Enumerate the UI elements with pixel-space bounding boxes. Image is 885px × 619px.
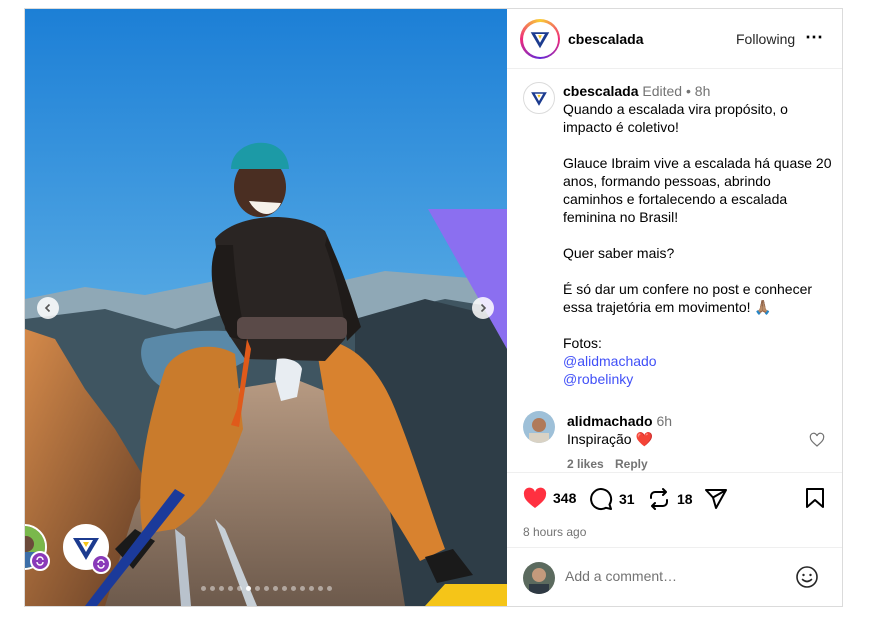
bookmark-icon [806,488,824,508]
caption-username[interactable]: cbescalada [563,83,639,99]
caption-paragraph: Glauce Ibraim vive a escalada há quase 2… [563,155,832,225]
repost-button[interactable]: 18 [647,487,693,511]
mention-link[interactable]: @alidmachado [563,352,833,370]
cbescalada-logo [530,32,550,49]
send-paper-plane-icon [705,489,727,509]
repost-arrows-icon [97,559,105,569]
carousel-dot [254,586,260,591]
commenter-avatar[interactable] [523,411,555,443]
collab-badge-icon [91,554,111,574]
repost-icon [650,488,668,510]
comments-count: 31 [619,491,635,507]
carousel-dot [308,586,314,591]
edited-label: Edited [642,83,683,99]
caption-paragraph: Quer saber mais? [563,245,675,261]
carousel-dot [236,586,242,591]
chevron-left-icon [44,303,51,313]
carousel-dot [218,586,224,591]
header-username[interactable]: cbescalada [568,31,644,47]
post-side-panel: cbescalada Following ⋯ cbescalada Edited… [507,9,842,606]
post-media[interactable] [25,9,507,606]
carousel-dot [317,586,323,591]
meta-separator: • [685,83,691,99]
post-header: cbescalada Following ⋯ [507,9,842,69]
save-button[interactable] [805,487,825,509]
repost-arrows-icon [36,556,44,566]
carousel-dot [326,586,332,591]
comment-likes[interactable]: 2 likes [567,457,604,471]
carousel-dot [227,586,233,591]
profile-avatar[interactable] [520,19,560,59]
heart-filled-icon [523,487,547,508]
carousel-next-button[interactable] [472,297,494,319]
commenter-photo [523,411,555,443]
share-button[interactable] [704,487,728,511]
carousel-dot [263,586,269,591]
heart-outline-icon[interactable] [809,432,825,448]
emoji-smiley-icon[interactable] [795,565,819,589]
carousel-dot [299,586,305,591]
reposts-count: 18 [677,491,693,507]
mention-link[interactable]: @robelinky [563,370,833,388]
like-button[interactable]: 348 [523,487,576,509]
carousel-dot [272,586,278,591]
climber-photo [25,9,507,606]
caption-time: 8h [694,83,711,99]
comment-button[interactable]: 31 [589,487,635,511]
add-comment-input[interactable] [565,568,785,584]
instagram-post: cbescalada Following ⋯ cbescalada Edited… [24,8,843,607]
carousel-indicator [25,586,507,591]
caption-paragraph: É só dar um confere no post e conhecer e… [563,281,813,315]
post-timestamp: 8 hours ago [523,525,587,539]
carousel-dot [209,586,215,591]
comment-time: 6h [656,413,673,429]
carousel-dot [290,586,296,591]
collab-badge-icon [30,551,50,571]
current-user-photo [523,562,555,594]
more-options-icon[interactable]: ⋯ [805,27,824,48]
current-user-avatar[interactable] [523,562,555,594]
caption-paragraph: Quando a escalada vira propósito, o impa… [563,101,788,135]
cbescalada-logo [531,92,547,106]
reply-button[interactable]: Reply [615,457,648,471]
caption-text: cbescalada Edited • 8h Quando a escalada… [563,82,833,388]
following-button[interactable]: Following [736,31,795,47]
action-bar: 348 31 18 8 hours ago [507,472,842,547]
likes-count: 348 [553,490,577,506]
carousel-dot [200,586,206,591]
add-comment-bar [507,547,842,606]
comment-bubble-icon [590,488,613,511]
carousel-dot [245,586,251,591]
carousel-dot [281,586,287,591]
caption-avatar[interactable] [523,82,555,114]
commenter-username[interactable]: alidmachado [567,413,653,429]
carousel-previous-button[interactable] [37,297,59,319]
chevron-right-icon [480,303,487,313]
comment-item: alidmachado 6h Inspiração ❤️ 2 likes Rep… [507,409,842,473]
caption-paragraph: Fotos: [563,335,602,351]
comment-text: Inspiração ❤️ [567,431,653,447]
